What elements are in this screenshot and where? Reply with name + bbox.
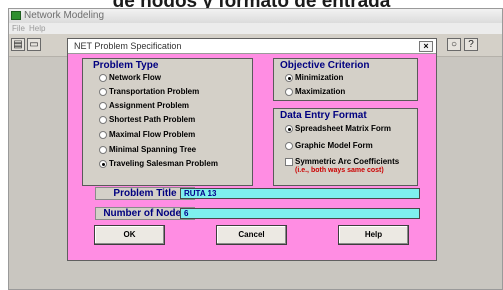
dialog-titlebar: NET Problem Specification × — [68, 39, 436, 54]
radio-traveling-salesman[interactable] — [99, 160, 107, 168]
help-icon[interactable]: ? — [464, 38, 478, 51]
help-button[interactable]: Help — [338, 225, 409, 245]
label-minimization: Minimization — [295, 73, 344, 82]
problem-spec-dialog: NET Problem Specification × Problem Type… — [67, 38, 437, 261]
label-minimal-spanning-tree: Minimal Spanning Tree — [109, 145, 197, 154]
radio-minimization[interactable] — [285, 74, 293, 82]
objective-title: Objective Criterion — [280, 60, 370, 71]
radio-assignment[interactable] — [99, 102, 107, 110]
menubar: File Help — [9, 23, 502, 34]
radio-transportation[interactable] — [99, 88, 107, 96]
problem-title-input[interactable]: RUTA 13 — [180, 188, 420, 199]
radio-graphic-model[interactable] — [285, 142, 293, 150]
data-entry-group: Data Entry Format Spreadsheet Matrix For… — [273, 108, 418, 186]
radio-maximization[interactable] — [285, 88, 293, 96]
objective-group: Objective Criterion Minimization Maximiz… — [273, 58, 418, 101]
label-maximal-flow: Maximal Flow Problem — [109, 130, 196, 139]
label-transportation: Transportation Problem — [109, 87, 200, 96]
save-icon[interactable]: ▭ — [27, 38, 41, 51]
dialog-close-button[interactable]: × — [419, 41, 433, 52]
label-graphic-model: Graphic Model Form — [295, 141, 373, 150]
label-traveling-salesman: Traveling Salesman Problem — [109, 159, 218, 168]
problem-type-title: Problem Type — [93, 60, 159, 71]
menu-file[interactable]: File — [12, 23, 25, 34]
radio-shortest-path[interactable] — [99, 116, 107, 124]
label-shortest-path: Shortest Path Problem — [109, 115, 196, 124]
dialog-title: NET Problem Specification — [74, 41, 182, 51]
app-window: Network Modeling File Help ▤ ▭ ○ ? NET P… — [8, 8, 503, 290]
menu-help[interactable]: Help — [29, 23, 45, 34]
radio-network-flow[interactable] — [99, 74, 107, 82]
problem-type-group: Problem Type Network Flow Transportation… — [82, 58, 253, 186]
app-titlebar: Network Modeling — [9, 9, 502, 23]
radio-maximal-flow[interactable] — [99, 131, 107, 139]
checkbox-symmetric[interactable] — [285, 158, 293, 166]
ok-button[interactable]: OK — [94, 225, 165, 245]
data-entry-title: Data Entry Format — [280, 110, 367, 121]
label-maximization: Maximization — [295, 87, 346, 96]
number-of-nodes-input[interactable]: 6 — [180, 208, 420, 219]
close-icon: × — [423, 41, 429, 51]
radio-minimal-spanning-tree[interactable] — [99, 146, 107, 154]
label-network-flow: Network Flow — [109, 73, 162, 82]
close-icon[interactable]: ○ — [447, 38, 461, 51]
cancel-button[interactable]: Cancel — [216, 225, 287, 245]
app-title: Network Modeling — [24, 10, 105, 21]
label-symmetric: Symmetric Arc Coefficients — [295, 157, 400, 166]
network-app-icon — [11, 11, 21, 20]
open-icon[interactable]: ▤ — [11, 38, 25, 51]
label-spreadsheet: Spreadsheet Matrix Form — [295, 124, 392, 133]
label-assignment: Assignment Problem — [109, 101, 190, 110]
radio-spreadsheet[interactable] — [285, 125, 293, 133]
symmetric-note: (i.e., both ways same cost) — [295, 167, 384, 174]
